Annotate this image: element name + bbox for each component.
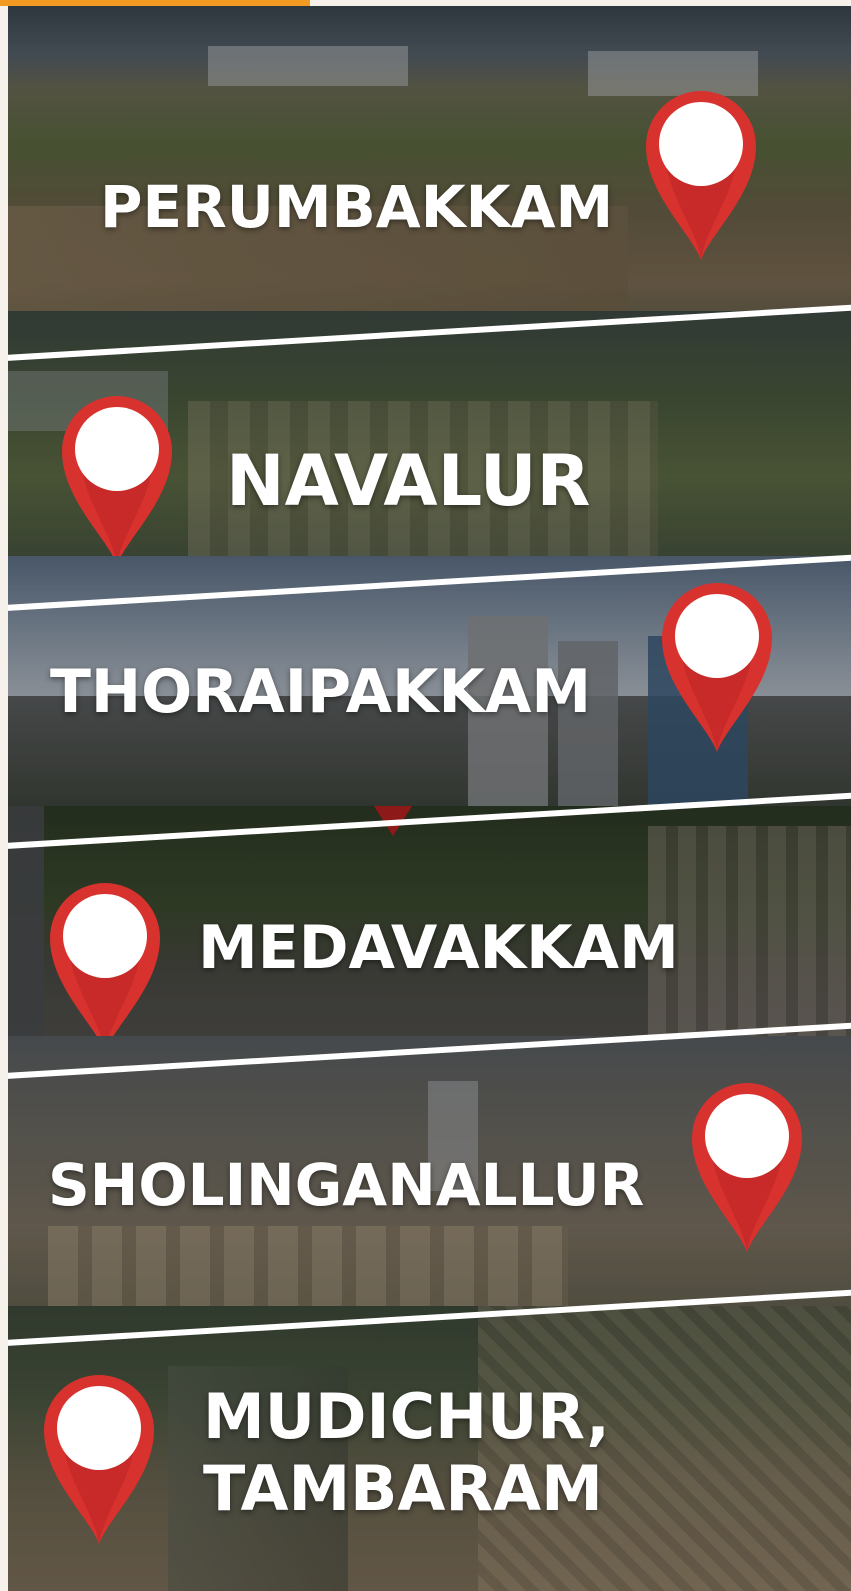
location-label: THORAIPAKKAM: [50, 657, 592, 727]
location-label: PERUMBAKKAM: [100, 173, 614, 241]
location-label-line2: TAMBARAM: [203, 1452, 603, 1525]
map-pin-icon: [656, 576, 778, 754]
location-label: MEDAVAKKAM: [198, 913, 679, 983]
locations-board: PERUMBAKKAM NAVALUR THORAIPAKKAM MEDAVAK…: [8, 6, 851, 1591]
map-pin-icon: [38, 1368, 160, 1546]
locations-poster: PERUMBAKKAM NAVALUR THORAIPAKKAM MEDAVAK…: [0, 0, 851, 1591]
map-pin-icon: [640, 84, 762, 262]
location-label: NAVALUR: [226, 440, 591, 522]
map-pin-icon: [686, 1076, 808, 1254]
location-label: SHOLINGANALLUR: [48, 1151, 645, 1219]
location-panel-perumbakkam: PERUMBAKKAM: [8, 6, 851, 351]
location-panel-mudichur-tambaram: MUDICHUR, TAMBARAM: [8, 1306, 851, 1591]
map-pin-icon: [44, 876, 166, 1054]
location-label-line1: MUDICHUR,: [203, 1380, 610, 1453]
map-pin-icon: [56, 389, 178, 567]
